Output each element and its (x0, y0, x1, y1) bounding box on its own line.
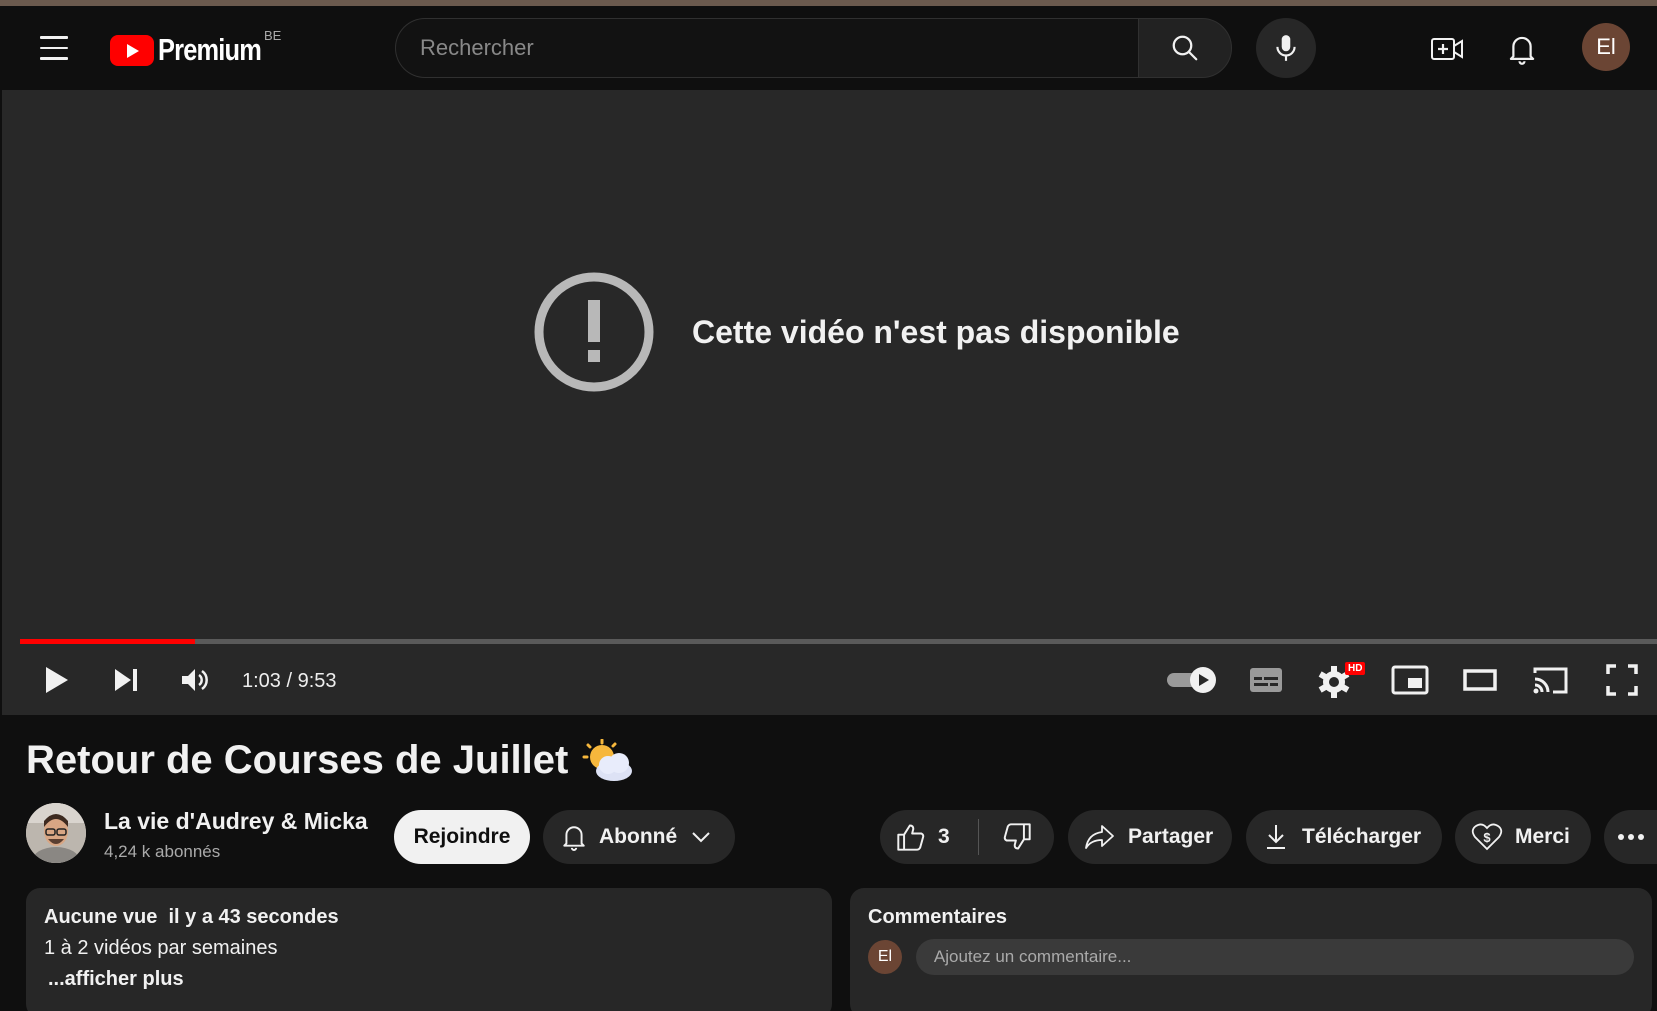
fullscreen-button[interactable] (1598, 658, 1646, 702)
search-bar (395, 18, 1232, 78)
microphone-icon (1276, 35, 1296, 61)
video-title-text: Retour de Courses de Juillet (26, 738, 569, 782)
like-count: 3 (938, 825, 950, 848)
subscriber-count: 4,24 k abonnés (104, 842, 221, 861)
cast-icon (1533, 667, 1568, 694)
volume-icon (182, 669, 208, 691)
account-avatar[interactable]: El (1582, 23, 1630, 71)
player-error: Cette vidéo n'est pas disponible (532, 270, 1180, 394)
thanks-button[interactable]: $ Merci (1455, 810, 1591, 864)
search-button[interactable] (1138, 18, 1232, 78)
comments-panel: Commentaires El (850, 888, 1652, 1011)
thumbs-up-icon (897, 824, 925, 851)
create-video-icon (1431, 38, 1463, 60)
bell-icon (563, 826, 585, 851)
youtube-play-logo-icon (110, 34, 154, 66)
error-message: Cette vidéo n'est pas disponible (692, 313, 1180, 350)
description-box[interactable]: Aucune vue il y a 43 secondes 1 à 2 vidé… (26, 888, 832, 1011)
play-icon (46, 667, 68, 693)
channel-avatar[interactable] (26, 803, 86, 863)
subscribed-button[interactable]: Abonné (543, 810, 735, 864)
theater-mode-button[interactable] (1456, 658, 1504, 702)
subscribed-label: Abonné (599, 825, 678, 848)
alert-circle-icon (534, 272, 654, 392)
progress-played (20, 639, 196, 644)
menu-icon-bar (40, 46, 68, 50)
youtube-premium-logo[interactable]: Premium BE (110, 28, 284, 68)
comment-composer: El (868, 939, 1634, 975)
more-actions-button[interactable] (1604, 810, 1657, 864)
download-icon (1267, 825, 1285, 849)
search-icon (1172, 35, 1198, 61)
guide-menu-button[interactable] (32, 26, 76, 70)
svg-text:$: $ (1483, 830, 1491, 845)
share-button[interactable]: Partager (1068, 810, 1232, 864)
thumbs-down-icon (1003, 823, 1031, 850)
menu-icon-bar (40, 57, 68, 60)
cast-button[interactable] (1526, 658, 1574, 702)
video-player[interactable]: Cette vidéo n'est pas disponible 1:03 / … (2, 90, 1657, 715)
comment-input[interactable] (915, 939, 1634, 975)
search-input[interactable] (395, 18, 1139, 78)
notifications-button[interactable] (1499, 26, 1545, 72)
video-title: Retour de Courses de Juillet (26, 738, 634, 783)
more-horizontal-icon (1618, 834, 1644, 840)
masthead: Premium BE El (2, 6, 1657, 90)
bell-icon (1509, 36, 1535, 65)
miniplayer-button[interactable] (1386, 658, 1434, 702)
menu-icon-bar (40, 36, 68, 39)
hd-badge: HD (1345, 662, 1366, 675)
fullscreen-icon (1606, 664, 1638, 696)
miniplayer-icon (1391, 665, 1429, 695)
comments-title: Commentaires (868, 906, 1007, 928)
mute-button[interactable] (172, 658, 220, 702)
channel-name[interactable]: La vie d'Audrey & Micka (104, 808, 368, 835)
autoplay-toggle-icon (1167, 667, 1216, 693)
like-button[interactable]: 3 (880, 810, 978, 864)
share-label: Partager (1128, 825, 1214, 848)
commenter-avatar: El (868, 940, 902, 974)
autoplay-toggle[interactable] (1164, 658, 1220, 702)
thanks-label: Merci (1515, 825, 1570, 848)
time-display: 1:03 / 9:53 (242, 670, 337, 692)
progress-bar[interactable] (20, 639, 1657, 644)
join-button[interactable]: Rejoindre (394, 810, 530, 864)
show-more-link[interactable]: ...afficher plus (48, 968, 814, 991)
country-code: BE (264, 28, 282, 43)
description-text: 1 à 2 vidéos par semaines (44, 937, 278, 959)
subtitles-button[interactable] (1242, 658, 1290, 702)
sun-behind-cloud-icon (582, 738, 633, 781)
play-button[interactable] (32, 658, 80, 702)
share-arrow-icon (1085, 825, 1114, 849)
create-button[interactable] (1424, 26, 1470, 72)
chevron-down-icon (692, 832, 710, 843)
download-button[interactable]: Télécharger (1246, 810, 1442, 864)
view-stats: Aucune vue il y a 43 secondes (44, 906, 339, 928)
next-button[interactable] (102, 658, 150, 702)
download-label: Télécharger (1302, 825, 1422, 848)
subtitles-icon (1250, 668, 1282, 692)
skip-next-icon (115, 669, 137, 691)
dislike-button[interactable] (979, 810, 1054, 864)
voice-search-button[interactable] (1256, 18, 1316, 78)
logo-text: Premium (158, 32, 262, 67)
settings-button[interactable]: HD (1315, 658, 1366, 702)
theater-mode-icon (1463, 669, 1497, 691)
player-controls: 1:03 / 9:53 HD (2, 650, 1657, 710)
like-dislike-group: 3 (880, 810, 1054, 864)
channel-avatar-photo (26, 803, 86, 863)
heart-dollar-icon: $ (1471, 823, 1503, 851)
